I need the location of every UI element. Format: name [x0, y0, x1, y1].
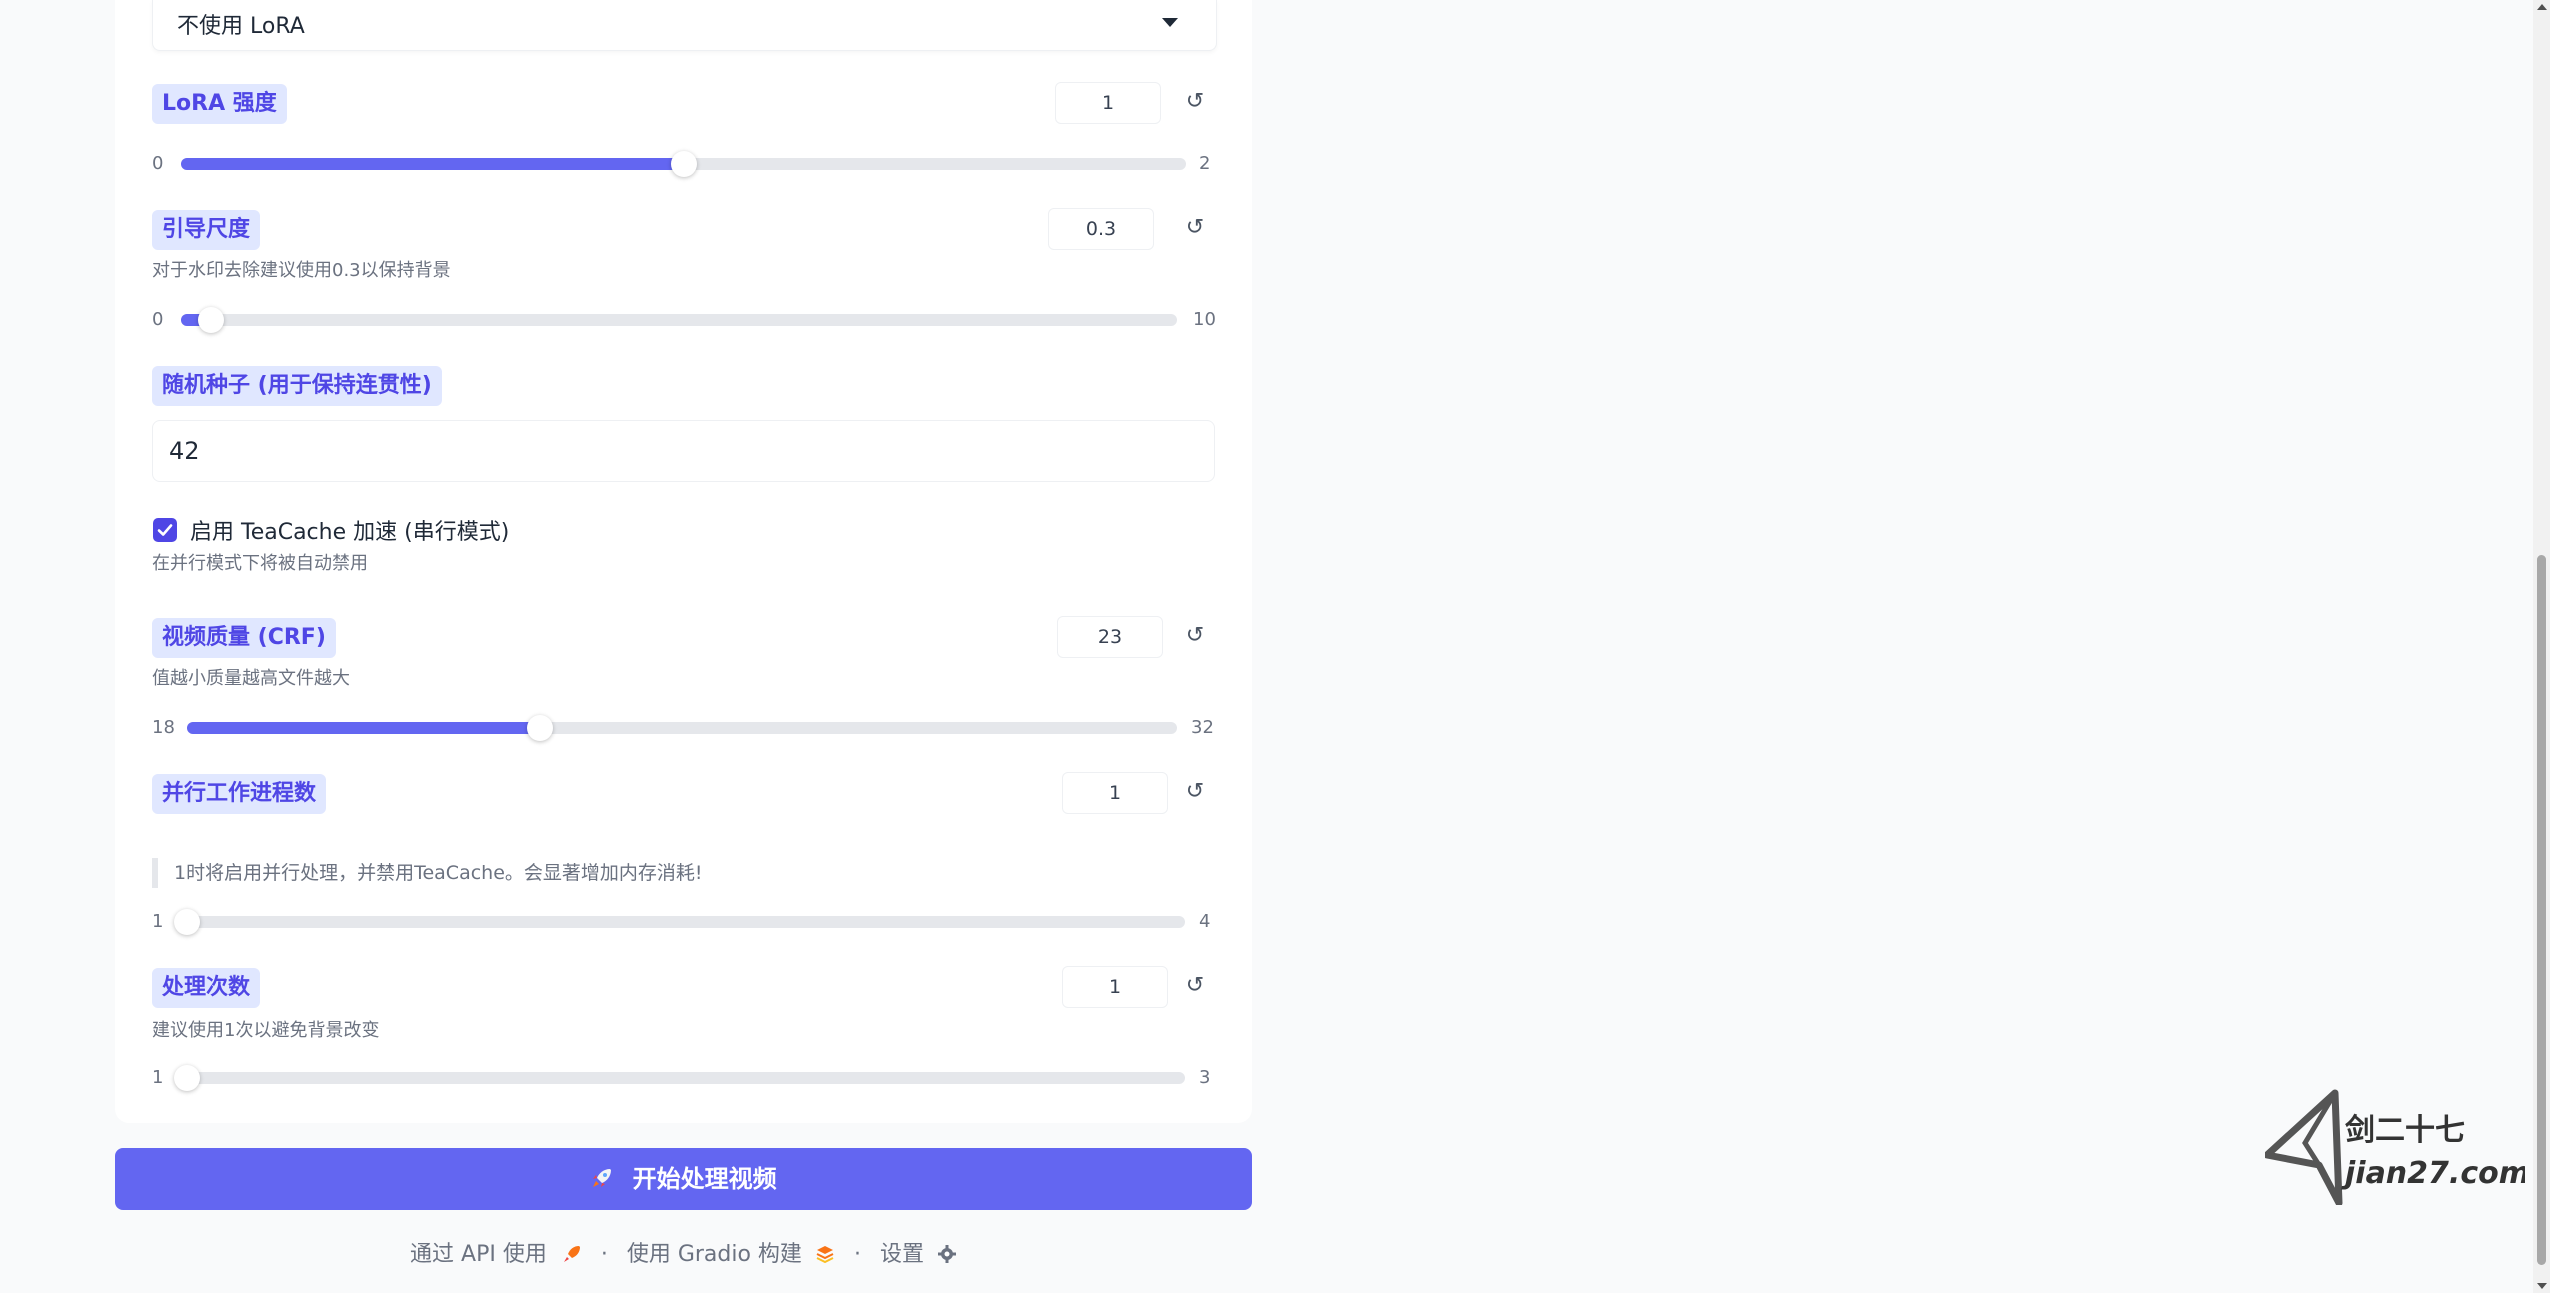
guidance-scale-max: 10: [1193, 309, 1216, 330]
app-viewport: 不使用 LoRA LoRA 强度 1 ↺ 0 2 引导尺度 0.3 ↺ 对于水印…: [0, 0, 2550, 1293]
crf-label: 视频质量 (CRF): [152, 618, 336, 658]
scroll-up-arrow-icon[interactable]: [2537, 4, 2547, 10]
passes-number-input[interactable]: 1: [1062, 966, 1168, 1008]
lora-dropdown-value: 不使用 LoRA: [177, 14, 305, 39]
teacache-info: 在并行模式下将被自动禁用: [152, 553, 368, 574]
lora-strength-max: 2: [1199, 153, 1211, 174]
svg-text:剑二十七: 剑二十七: [2345, 1113, 2465, 1148]
lora-strength-label: LoRA 强度: [152, 84, 287, 124]
passes-label: 处理次数: [152, 968, 261, 1008]
guidance-scale-info: 对于水印去除建议使用0.3以保持背景: [152, 260, 451, 281]
workers-max: 4: [1199, 911, 1211, 932]
lora-strength-min: 0: [152, 153, 164, 174]
slider-fill: [181, 158, 684, 170]
crf-max: 32: [1191, 717, 1214, 738]
api-link-label: 通过 API 使用: [410, 1242, 547, 1267]
crf-number-input[interactable]: 23: [1057, 616, 1163, 658]
crf-min: 18: [152, 717, 175, 738]
slider-thumb[interactable]: [197, 307, 224, 333]
reset-icon[interactable]: ↺: [1175, 772, 1215, 812]
reset-icon[interactable]: ↺: [1175, 616, 1215, 656]
gear-icon: [937, 1245, 956, 1263]
seed-input[interactable]: 42: [152, 420, 1215, 482]
footer: 通过 API 使用 · 使用 Gradio 构建 · 设置: [0, 1236, 1367, 1268]
gradio-link[interactable]: 使用 Gradio 构建: [627, 1242, 842, 1267]
lora-dropdown[interactable]: 不使用 LoRA: [152, 0, 1217, 51]
scrollbar-thumb[interactable]: [2537, 555, 2546, 1265]
slider-thumb[interactable]: [174, 1065, 200, 1091]
rocket-icon: [563, 1246, 580, 1262]
chevron-down-icon[interactable]: [1162, 18, 1178, 27]
seed-label: 随机种子 (用于保持连贯性): [152, 366, 442, 406]
footer-separator: ·: [853, 1242, 861, 1267]
crf-info: 值越小质量越高文件越大: [152, 668, 350, 689]
reset-icon[interactable]: ↺: [1175, 82, 1215, 122]
passes-info: 建议使用1次以避免背景改变: [152, 1020, 380, 1041]
scroll-down-arrow-icon[interactable]: [2537, 1283, 2547, 1289]
teacache-checkbox[interactable]: [153, 518, 177, 542]
crf-slider[interactable]: [187, 715, 1177, 741]
guidance-scale-min: 0: [152, 309, 164, 330]
start-processing-label: 开始处理视频: [632, 1165, 777, 1193]
workers-number-input[interactable]: 1: [1062, 772, 1168, 814]
start-processing-button[interactable]: 开始处理视频: [115, 1148, 1252, 1210]
lora-strength-number-input[interactable]: 1: [1055, 82, 1161, 124]
footer-separator: ·: [600, 1242, 608, 1267]
gradio-logo-icon: [816, 1246, 834, 1264]
slider-fill: [187, 722, 541, 734]
settings-link-label: 设置: [879, 1242, 924, 1267]
slider-thumb[interactable]: [174, 909, 200, 935]
gradio-link-label: 使用 Gradio 构建: [626, 1242, 802, 1267]
guidance-scale-label: 引导尺度: [152, 210, 261, 250]
guidance-scale-number-input[interactable]: 0.3: [1048, 208, 1154, 250]
passes-min: 1: [152, 1067, 164, 1088]
checkmark-icon: [157, 524, 173, 536]
reset-icon[interactable]: ↺: [1175, 966, 1215, 1006]
workers-min: 1: [152, 911, 164, 932]
workers-note: 1时将启用并行处理，并禁用TeaCache。会显著增加内存消耗!: [152, 858, 703, 888]
rocket-icon: [590, 1165, 622, 1193]
slider-thumb[interactable]: [670, 151, 697, 177]
workers-label: 并行工作进程数: [152, 774, 327, 814]
guidance-scale-slider[interactable]: [181, 307, 1177, 333]
watermark-logo: 剑二十七 jian27.com: [2263, 1085, 2530, 1207]
passes-slider[interactable]: [174, 1065, 1185, 1091]
api-link[interactable]: 通过 API 使用: [410, 1242, 589, 1267]
workers-slider[interactable]: [174, 909, 1185, 935]
svg-text:jian27.com: jian27.com: [2341, 1156, 2525, 1191]
passes-max: 3: [1199, 1067, 1211, 1088]
scrollbar[interactable]: [2533, 0, 2550, 1293]
settings-link[interactable]: 设置: [880, 1242, 957, 1267]
teacache-label[interactable]: 启用 TeaCache 加速 (串行模式): [190, 514, 509, 546]
lora-strength-slider[interactable]: [181, 151, 1186, 177]
reset-icon[interactable]: ↺: [1175, 208, 1215, 248]
